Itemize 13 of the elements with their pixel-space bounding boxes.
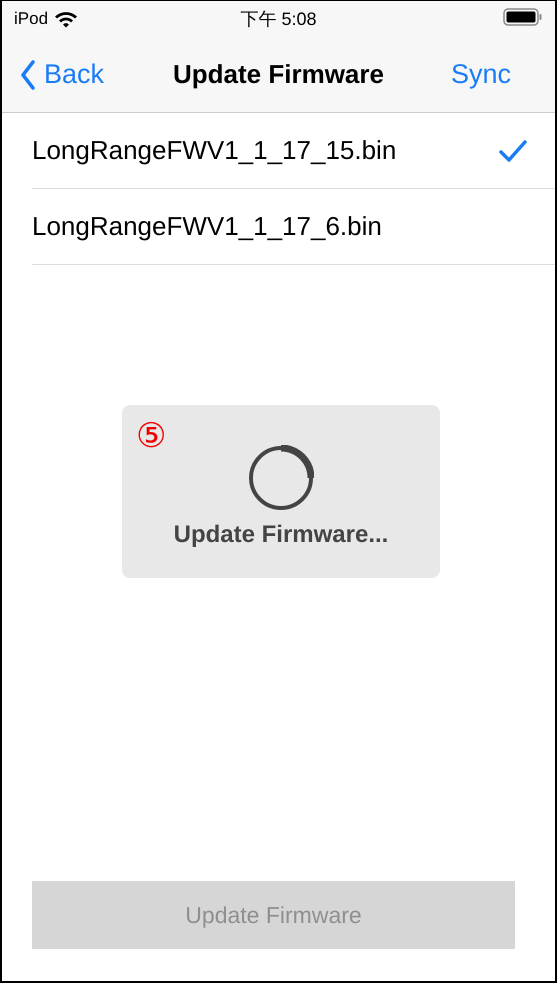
sync-button[interactable]: Sync <box>450 59 511 90</box>
step-marker: ⑤ <box>136 419 166 453</box>
wifi-icon <box>54 10 78 28</box>
chevron-left-icon <box>20 60 36 90</box>
battery-icon <box>503 6 543 26</box>
spinner-icon <box>248 444 314 510</box>
file-row[interactable]: LongRangeFWV1_1_17_6.bin <box>32 189 555 265</box>
status-time: 下午 5:08 <box>240 8 317 31</box>
carrier-label: iPod <box>14 9 48 29</box>
back-button[interactable]: Back <box>20 59 104 90</box>
file-row[interactable]: LongRangeFWV1_1_17_15.bin <box>32 113 555 189</box>
hud-message: Update Firmware... <box>174 520 388 548</box>
nav-title: Update Firmware <box>173 59 384 90</box>
